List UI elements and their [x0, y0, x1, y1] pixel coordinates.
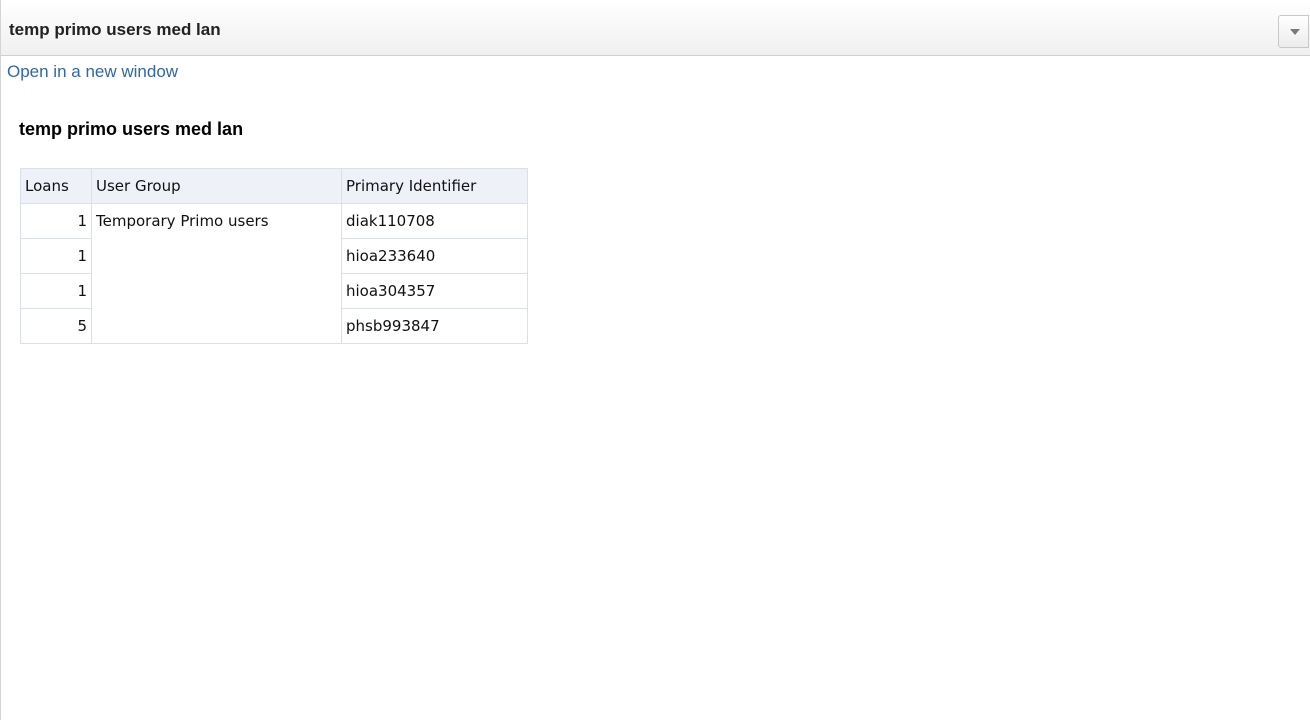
report-title: temp primo users med lan — [19, 119, 244, 139]
table-row: 5 phsb993847 — [20, 308, 528, 344]
cell-user-group — [91, 273, 342, 309]
column-header-user-group: User Group — [91, 168, 342, 204]
cell-loans: 1 — [20, 273, 92, 309]
table-row: 1 Temporary Primo users diak110708 — [20, 203, 528, 239]
cell-primary-identifier: hioa233640 — [341, 238, 528, 274]
chevron-down-icon — [1290, 29, 1300, 35]
cell-loans: 1 — [20, 203, 92, 239]
cell-loans: 5 — [20, 308, 92, 344]
cell-primary-identifier: hioa304357 — [341, 273, 528, 309]
table-row: 1 hioa233640 — [20, 238, 528, 274]
cell-user-group — [91, 308, 342, 344]
cell-user-group — [91, 238, 342, 274]
panel-menu-button[interactable] — [1278, 15, 1309, 48]
report-table: Loans User Group Primary Identifier 1 Te… — [20, 168, 528, 344]
column-header-primary-identifier: Primary Identifier — [341, 168, 528, 204]
cell-primary-identifier: diak110708 — [341, 203, 528, 239]
panel-header: temp primo users med lan — [1, 0, 1310, 56]
cell-loans: 1 — [20, 238, 92, 274]
column-header-loans: Loans — [20, 168, 92, 204]
report-panel: temp primo users med lan Open in a new w… — [0, 0, 1310, 720]
cell-primary-identifier: phsb993847 — [341, 308, 528, 344]
panel-title: temp primo users med lan — [9, 20, 221, 39]
cell-user-group: Temporary Primo users — [91, 203, 342, 239]
table-row: 1 hioa304357 — [20, 273, 528, 309]
table-header-row: Loans User Group Primary Identifier — [20, 168, 528, 204]
open-in-new-window-link[interactable]: Open in a new window — [7, 62, 178, 82]
